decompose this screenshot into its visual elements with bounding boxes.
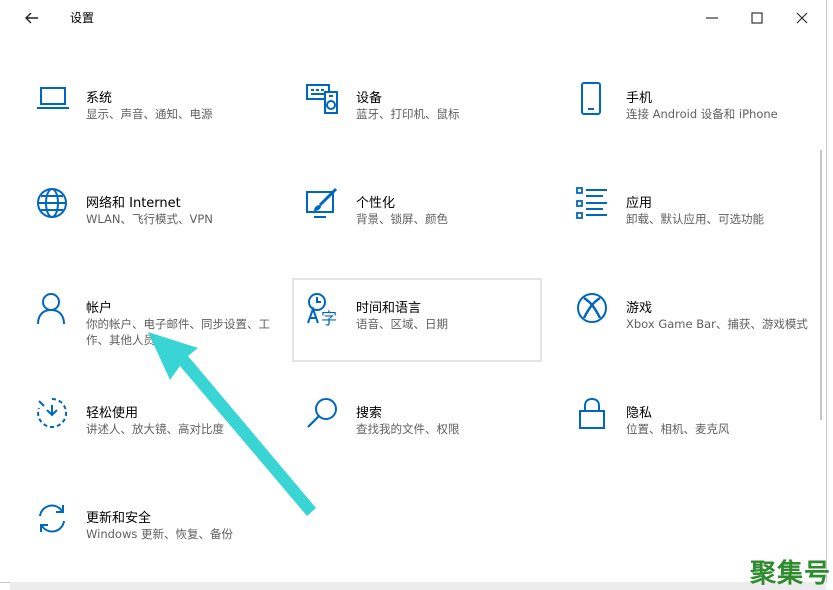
tile-personalization-name: 个性化 xyxy=(356,196,396,211)
tile-privacy-desc: 位置、相机、麦克风 xyxy=(626,422,730,436)
tile-update-security[interactable]: 更新和安全 Windows 更新、恢复、备份 xyxy=(36,502,286,586)
close-button[interactable] xyxy=(790,6,814,30)
minimize-button[interactable] xyxy=(700,6,724,30)
tile-network[interactable]: 网络和 Internet WLAN、飞行模式、VPN xyxy=(36,187,286,271)
time-language-icon: 字 xyxy=(307,293,337,326)
tile-update-security-desc: Windows 更新、恢复、备份 xyxy=(86,527,233,541)
tile-network-name: 网络和 Internet xyxy=(86,196,181,211)
paint-brush-icon xyxy=(306,187,338,218)
xbox-icon xyxy=(577,293,607,323)
tile-devices-desc: 蓝牙、打印机、鼠标 xyxy=(356,107,460,121)
back-button[interactable] xyxy=(20,6,44,30)
tile-privacy[interactable]: 隐私 位置、相机、麦克风 xyxy=(576,397,826,481)
tile-update-security-name: 更新和安全 xyxy=(86,511,152,526)
phone-icon xyxy=(581,82,601,115)
globe-icon xyxy=(37,188,67,218)
search-icon xyxy=(307,398,337,428)
scrollbar[interactable] xyxy=(820,150,822,420)
tile-phone-desc: 连接 Android 设备和 iPhone xyxy=(626,107,778,121)
tile-phone-name: 手机 xyxy=(626,91,653,106)
tile-privacy-name: 隐私 xyxy=(626,406,653,421)
tile-system-desc: 显示、声音、通知、电源 xyxy=(86,107,213,121)
lock-icon xyxy=(579,397,605,429)
tile-gaming-name: 游戏 xyxy=(626,301,653,316)
svg-text:字: 字 xyxy=(321,309,337,326)
tile-accounts-name: 帐户 xyxy=(86,301,113,316)
tile-search-desc: 查找我的文件、权限 xyxy=(356,422,460,436)
tile-time-language[interactable]: 字 时间和语言 语音、区域、日期 xyxy=(292,278,542,362)
tile-phone[interactable]: 手机 连接 Android 设备和 iPhone xyxy=(576,82,826,166)
tile-time-language-name: 时间和语言 xyxy=(356,301,422,316)
sync-icon xyxy=(39,504,65,533)
minimize-icon xyxy=(706,17,718,19)
title-bar: 设置 xyxy=(0,0,826,36)
tile-ease-of-access-desc: 讲述人、放大镜、高对比度 xyxy=(86,422,224,436)
ease-of-access-icon xyxy=(37,397,68,428)
tile-apps-name: 应用 xyxy=(626,196,653,211)
tile-gaming-desc: Xbox Game Bar、捕获、游戏模式 xyxy=(626,317,808,331)
tile-devices-name: 设备 xyxy=(356,91,383,106)
tile-apps-desc: 卸载、默认应用、可选功能 xyxy=(626,212,764,226)
tile-accounts[interactable]: 帐户 你的帐户、电子邮件、同步设置、工作、其他人员 xyxy=(36,292,286,376)
tile-system-name: 系统 xyxy=(86,91,113,106)
tile-network-desc: WLAN、飞行模式、VPN xyxy=(86,212,213,226)
settings-window: 设置 系统 显示、声音、通知、电源 设备 蓝牙、打印机、鼠标 手机 连接 And… xyxy=(0,0,827,583)
window-title: 设置 xyxy=(70,11,95,25)
tile-personalization[interactable]: 个性化 背景、锁屏、颜色 xyxy=(306,187,556,271)
close-icon xyxy=(796,12,808,24)
tile-time-language-desc: 语音、区域、日期 xyxy=(356,317,448,331)
tile-personalization-desc: 背景、锁屏、颜色 xyxy=(356,212,448,226)
tile-apps[interactable]: 应用 卸载、默认应用、可选功能 xyxy=(576,187,826,271)
tile-search[interactable]: 搜索 查找我的文件、权限 xyxy=(306,397,556,481)
person-icon xyxy=(37,293,65,325)
tile-devices[interactable]: 设备 蓝牙、打印机、鼠标 xyxy=(306,82,556,166)
laptop-icon xyxy=(37,87,69,109)
watermark-logo: 聚集号 xyxy=(749,559,831,589)
tile-gaming[interactable]: 游戏 Xbox Game Bar、捕获、游戏模式 xyxy=(576,292,826,376)
tile-ease-of-access[interactable]: 轻松使用 讲述人、放大镜、高对比度 xyxy=(36,397,286,481)
tile-search-name: 搜索 xyxy=(356,406,383,421)
back-arrow-icon xyxy=(25,12,38,24)
tile-accounts-desc: 你的帐户、电子邮件、同步设置、工作、其他人员 xyxy=(86,317,270,347)
keyboard-device-icon xyxy=(306,84,338,114)
maximize-button[interactable] xyxy=(745,6,769,30)
tile-system[interactable]: 系统 显示、声音、通知、电源 xyxy=(36,82,286,166)
apps-list-icon xyxy=(576,187,607,219)
window-bottom-edge xyxy=(10,582,826,590)
maximize-icon xyxy=(751,12,763,24)
tile-ease-of-access-name: 轻松使用 xyxy=(86,406,139,421)
